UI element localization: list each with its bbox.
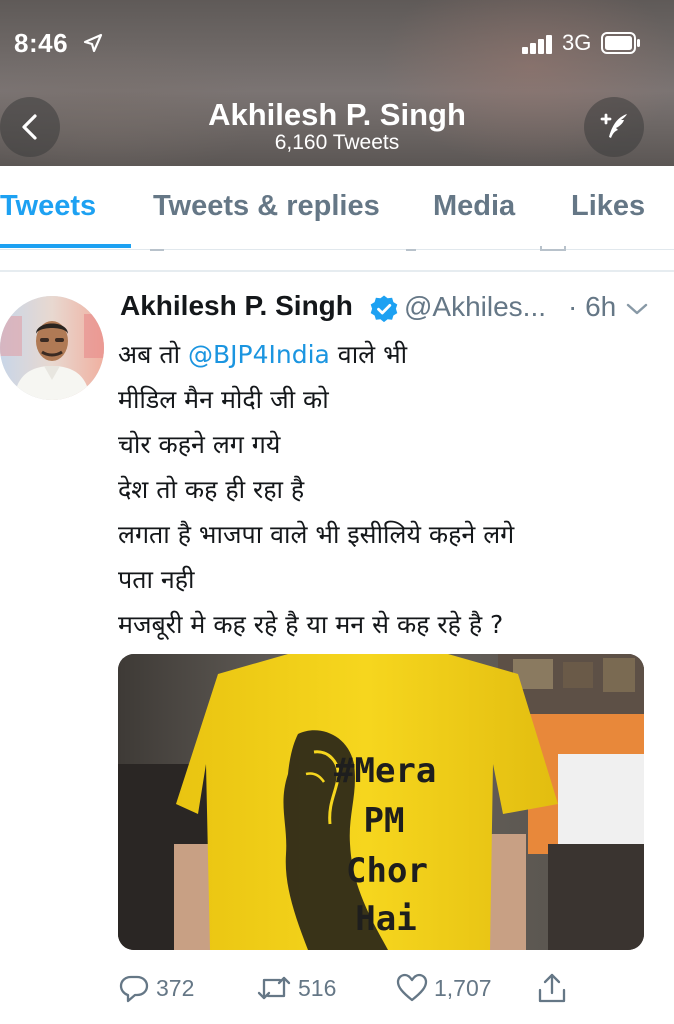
profile-name: Akhilesh P. Singh bbox=[208, 97, 466, 132]
like-button[interactable]: 1,707 bbox=[396, 970, 492, 1006]
reply-icon bbox=[119, 975, 149, 1003]
profile-header: 8:46 3G Akhilesh P. Singh 6,160 Tweets bbox=[0, 0, 674, 166]
share-icon bbox=[538, 973, 566, 1003]
tweet-author-name[interactable]: Akhilesh P. Singh bbox=[120, 290, 353, 322]
profile-tabs: Tweets Tweets & replies Media Likes bbox=[0, 166, 674, 250]
chevron-down-icon[interactable] bbox=[625, 299, 649, 319]
avatar-photo bbox=[0, 296, 104, 400]
tab-likes[interactable]: Likes bbox=[571, 190, 645, 223]
signal-bars-icon bbox=[522, 34, 556, 54]
retweet-icon bbox=[257, 976, 291, 1000]
tweet-text-line: मजबूरी मे कह रहे है या मन से कह रहे है ? bbox=[118, 610, 504, 639]
tweet-author-handle[interactable]: @Akhiles... bbox=[404, 291, 546, 323]
tweet-text-line: मीडिल मैन मोदी जी को bbox=[118, 385, 329, 414]
tweet-text-line: अब तो @BJP4India वाले भी bbox=[118, 332, 658, 377]
network-type: 3G bbox=[562, 30, 592, 55]
tweet-media-image[interactable]: #Mera PM Chor Hai bbox=[118, 654, 644, 950]
previous-tweet-actions-peek bbox=[0, 246, 674, 270]
shirt-text-line: PM bbox=[363, 801, 405, 841]
share-button[interactable] bbox=[536, 970, 568, 1006]
tweet-text-fragment: वाले भी bbox=[329, 340, 408, 369]
retweet-button[interactable]: 516 bbox=[256, 970, 336, 1006]
verified-badge-icon bbox=[370, 295, 398, 323]
tweet-text-line: पता नही bbox=[118, 565, 195, 594]
tweet-text-line: देश तो कह ही रहा है bbox=[118, 475, 305, 504]
battery-icon bbox=[601, 32, 640, 54]
location-arrow-icon bbox=[83, 33, 103, 53]
tweet-text-line: चोर कहने लग गये bbox=[118, 430, 281, 459]
shirt-text-line: Chor bbox=[346, 851, 428, 891]
tweet-text-line: लगता है भाजपा वाले भी इसीलिये कहने लगे bbox=[118, 520, 515, 549]
reply-count: 372 bbox=[156, 974, 195, 1001]
compose-tweet-button[interactable] bbox=[584, 97, 644, 157]
tab-tweets[interactable]: Tweets bbox=[0, 190, 96, 223]
avatar[interactable] bbox=[0, 296, 104, 400]
tweet-timestamp: · 6h bbox=[568, 291, 617, 322]
tweet-text: अब तो @BJP4India वाले भी मीडिल मैन मोदी … bbox=[118, 332, 658, 647]
mention-link[interactable]: @BJP4India bbox=[188, 340, 330, 369]
retweet-count: 516 bbox=[298, 974, 337, 1001]
tweet-divider bbox=[0, 270, 674, 272]
reply-button[interactable]: 372 bbox=[118, 970, 194, 1006]
compose-tweet-icon bbox=[600, 113, 627, 138]
tweet-text-fragment: अब तो bbox=[118, 340, 188, 369]
heart-icon bbox=[396, 973, 428, 1002]
tab-tweets-and-replies[interactable]: Tweets & replies bbox=[153, 190, 380, 223]
like-count: 1,707 bbox=[434, 974, 492, 1001]
status-time: 8:46 bbox=[14, 28, 69, 58]
tweet-count: 6,160 Tweets bbox=[274, 131, 400, 154]
tab-media[interactable]: Media bbox=[433, 190, 515, 223]
shirt-text-line: Hai bbox=[355, 899, 417, 939]
active-tab-indicator bbox=[0, 244, 131, 248]
shirt-text-line: #Mera bbox=[334, 751, 437, 791]
